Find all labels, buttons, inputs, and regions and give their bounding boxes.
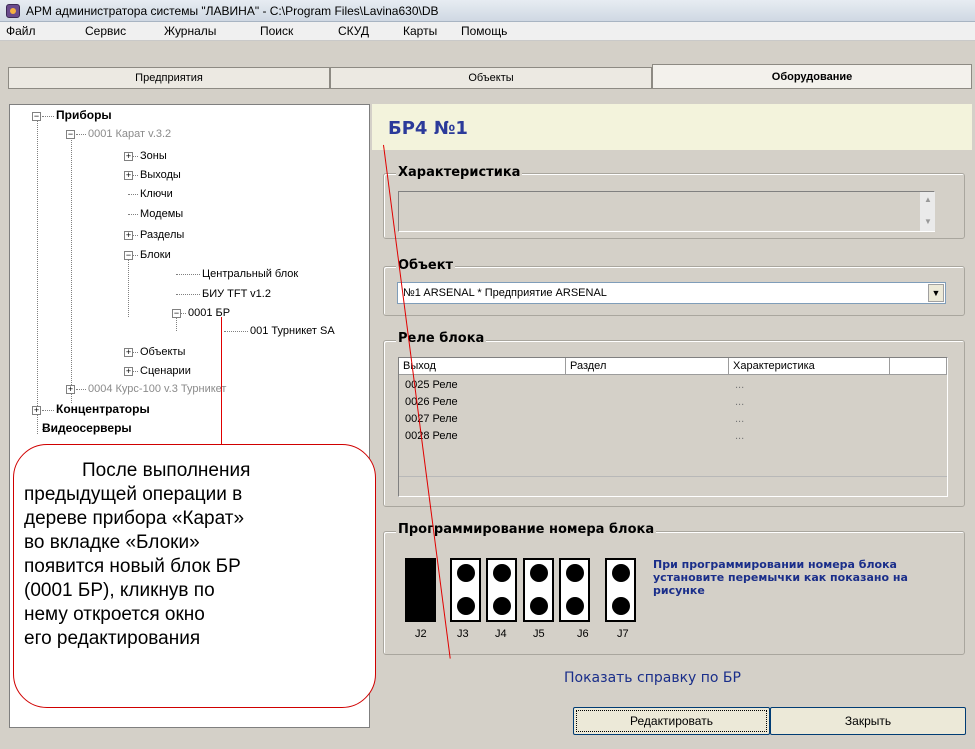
expand-outputs-icon[interactable]: + — [124, 171, 133, 180]
relay-col-characteristic[interactable]: Характеристика — [729, 358, 890, 375]
jumper-j5-icon — [523, 558, 554, 622]
jumper-hint: При программировании номера блока устано… — [653, 558, 908, 597]
tree-node-modems[interactable]: Модемы — [140, 208, 183, 221]
menu-maps[interactable]: Карты — [403, 24, 437, 38]
jumper-label: J4 — [495, 628, 507, 640]
characteristic-scrollbar[interactable]: ▲ ▼ — [920, 192, 935, 231]
relay-char-cell: ... — [735, 430, 745, 442]
characteristic-legend: Характеристика — [396, 165, 523, 180]
tree-node-outputs[interactable]: Выходы — [140, 169, 181, 182]
relay-col-section[interactable]: Раздел — [566, 358, 729, 375]
tree-node-biu[interactable]: БИУ TFT v1.2 — [202, 288, 271, 301]
jumper-j4-icon — [486, 558, 517, 622]
menu-service[interactable]: Сервис — [85, 24, 126, 38]
relay-table[interactable]: Выход Раздел Характеристика 0025 Реле ..… — [398, 357, 948, 497]
jumper-j3-icon — [450, 558, 481, 622]
tree-node-br[interactable]: 0001 БР — [188, 307, 230, 320]
edit-button[interactable]: Редактировать — [573, 707, 770, 735]
close-button[interactable]: Закрыть — [770, 707, 966, 735]
jumper-label: J7 — [617, 628, 629, 640]
tree-node-turnstile[interactable]: 001 Турникет SA — [250, 325, 335, 338]
tab-divider — [8, 88, 972, 89]
characteristic-field[interactable] — [398, 191, 935, 232]
object-select-value: №1 ARSENAL * Предприятие ARSENAL — [403, 287, 607, 299]
scroll-down-icon[interactable]: ▼ — [924, 217, 932, 226]
help-link[interactable]: Показать справку по БР — [564, 670, 741, 686]
jumper-label: J6 — [577, 628, 589, 640]
jumper-j2-icon — [405, 558, 436, 622]
expand-objects-icon[interactable]: + — [124, 348, 133, 357]
menu-journals[interactable]: Журналы — [164, 24, 216, 38]
jumper-j6-icon — [559, 558, 590, 622]
relay-output-cell: 0027 Реле — [405, 413, 458, 425]
callout-pointer-line — [221, 317, 222, 445]
relay-col-output[interactable]: Выход — [399, 358, 566, 375]
jumper-j7-icon — [605, 558, 636, 622]
expand-kurs-icon[interactable]: + — [66, 385, 75, 394]
jumper-label: J5 — [533, 628, 545, 640]
callout-text: После выполнения предыдущей операции в д… — [24, 460, 251, 649]
device-title: БР4 №1 — [388, 118, 468, 139]
relay-char-cell: ... — [735, 379, 745, 391]
tree-node-kurs[interactable]: 0004 Курс-100 v.3 Турникет — [88, 383, 226, 396]
menu-skud[interactable]: СКУД — [338, 24, 369, 38]
collapse-blocks-icon[interactable]: − — [124, 251, 133, 260]
object-legend: Объект — [396, 258, 456, 273]
tree-node-devices[interactable]: Приборы — [56, 109, 112, 122]
menu-bar: Файл Сервис Журналы Поиск СКУД Карты Пом… — [0, 22, 975, 41]
tree-node-keys[interactable]: Ключи — [140, 188, 173, 201]
tab-objects[interactable]: Объекты — [330, 67, 652, 88]
relay-output-cell: 0026 Реле — [405, 396, 458, 408]
annotation-callout: После выполнения предыдущей операции в д… — [13, 444, 376, 708]
relay-row-divider — [399, 476, 947, 477]
expand-concentrators-icon[interactable]: + — [32, 406, 41, 415]
relay-output-cell: 0028 Реле — [405, 430, 458, 442]
menu-file[interactable]: Файл — [6, 24, 36, 38]
scroll-up-icon[interactable]: ▲ — [924, 195, 932, 204]
collapse-devices-icon[interactable]: − — [32, 112, 41, 121]
jumper-label: J2 — [415, 628, 427, 640]
tree-node-zones[interactable]: Зоны — [140, 150, 167, 163]
relay-char-cell: ... — [735, 396, 745, 408]
relay-char-cell: ... — [735, 413, 745, 425]
tree-node-scenarios[interactable]: Сценарии — [140, 365, 191, 378]
chevron-down-icon[interactable]: ▼ — [928, 284, 944, 302]
tree-node-central-block[interactable]: Центральный блок — [202, 268, 298, 281]
programming-legend: Программирование номера блока — [396, 522, 657, 537]
title-bar: АРМ администратора системы "ЛАВИНА" - C:… — [0, 0, 975, 22]
menu-search[interactable]: Поиск — [260, 24, 293, 38]
tab-equipment[interactable]: Оборудование — [652, 64, 972, 89]
tree-node-concentrators[interactable]: Концентраторы — [56, 403, 150, 416]
jumper-label: J3 — [457, 628, 469, 640]
collapse-br-icon[interactable]: − — [172, 309, 181, 318]
tree-node-sections[interactable]: Разделы — [140, 229, 184, 242]
menu-help[interactable]: Помощь — [461, 24, 507, 38]
tree-node-video-servers[interactable]: Видеосерверы — [42, 422, 132, 435]
tree-node-blocks[interactable]: Блоки — [140, 249, 171, 262]
expand-sections-icon[interactable]: + — [124, 231, 133, 240]
object-select[interactable]: №1 ARSENAL * Предприятие ARSENAL ▼ — [397, 282, 946, 304]
expand-zones-icon[interactable]: + — [124, 152, 133, 161]
tree-node-objects[interactable]: Объекты — [140, 346, 185, 359]
expand-scenarios-icon[interactable]: + — [124, 367, 133, 376]
tab-enterprises[interactable]: Предприятия — [8, 67, 330, 88]
collapse-karat-icon[interactable]: − — [66, 130, 75, 139]
window-title: АРМ администратора системы "ЛАВИНА" - C:… — [26, 4, 439, 18]
app-icon — [6, 4, 20, 18]
tree-node-karat[interactable]: 0001 Карат v.3.2 — [88, 128, 171, 141]
relay-col-empty — [890, 358, 947, 375]
